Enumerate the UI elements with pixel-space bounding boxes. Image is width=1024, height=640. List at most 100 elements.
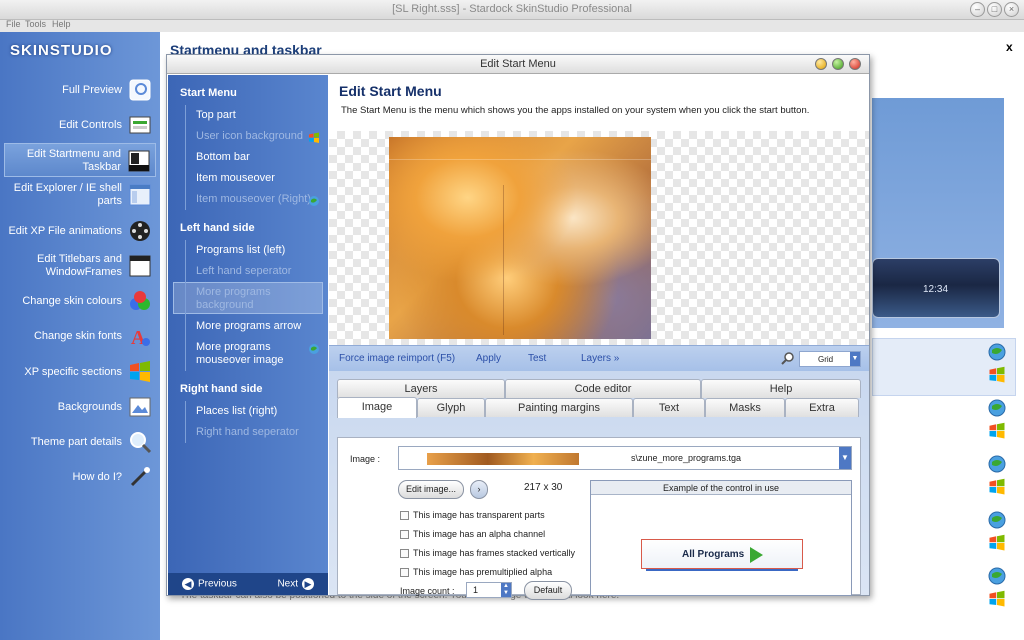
sidebar-item-full-preview[interactable]: Full Preview	[4, 73, 156, 107]
windows-flag-icon	[988, 534, 1006, 552]
checkbox-option[interactable]: This image has transparent parts	[400, 510, 545, 521]
tab-extra[interactable]: Extra	[785, 398, 859, 417]
nav-item-more-programs-mouseover-image[interactable]: More programs mouseover image	[196, 341, 320, 367]
checkbox-box[interactable]	[400, 568, 409, 578]
tab-help[interactable]: Help	[701, 379, 861, 398]
nav-item-user-icon-background[interactable]: User icon background	[196, 130, 320, 143]
apply-link[interactable]: Apply	[476, 353, 501, 364]
checkbox-option[interactable]: This image has an alpha channel	[400, 529, 546, 540]
sidebar-item-theme-part-details[interactable]: Theme part details	[4, 425, 156, 459]
dialog-sidebar: Start Menu Top part User icon background Bo…	[168, 75, 328, 595]
minimize-button[interactable]: –	[970, 2, 985, 17]
stepper-arrows-icon[interactable]: ▲ ▼	[501, 583, 511, 597]
next-button[interactable]: Next ▶	[277, 578, 318, 590]
sidebar-item-change-skin-fonts[interactable]: Change skin fonts A	[4, 319, 156, 353]
previous-button[interactable]: ◀ Previous	[178, 578, 237, 590]
layers-link[interactable]: Layers »	[581, 353, 619, 364]
sidebar-item-edit-xp-file-animations[interactable]: Edit XP File animations	[4, 214, 156, 248]
example-title: Example of the control in use	[591, 481, 851, 495]
nav-item-left-hand-seperator[interactable]: Left hand seperator	[196, 265, 320, 278]
app-titlebar: [SL Right.sss] - Stardock SkinStudio Pro…	[0, 0, 1024, 20]
sidebar-item-edit-controls[interactable]: Edit Controls	[4, 108, 156, 142]
checkbox-label: This image has an alpha channel	[413, 529, 546, 539]
default-button[interactable]: Default	[524, 581, 572, 600]
tab-layers[interactable]: Layers	[337, 379, 505, 398]
nav-item-item-mouseover-right[interactable]: Item mouseover (Right)	[196, 193, 320, 206]
nav-item-bottom-bar[interactable]: Bottom bar	[196, 151, 320, 164]
all-programs-example: All Programs	[641, 539, 803, 571]
image-count-stepper[interactable]: 1 ▲ ▼	[466, 582, 512, 598]
checkbox-box[interactable]	[400, 511, 409, 521]
section-start-menu: Start Menu	[180, 87, 237, 99]
checkbox-box[interactable]	[400, 549, 409, 559]
edit-title: Edit Start Menu	[339, 83, 442, 99]
preview-icon	[128, 78, 152, 102]
nav-item-more-programs-arrow[interactable]: More programs arrow	[196, 320, 320, 333]
sidebar-item-label: Change skin colours	[22, 294, 122, 307]
image-file-select[interactable]: s\zune_more_programs.tga ▼	[398, 446, 852, 470]
example-preview: Example of the control in use All Progra…	[590, 480, 852, 596]
sidebar-item-edit-titlebars-and-windowframes[interactable]: Edit Titlebars and WindowFrames	[4, 249, 156, 283]
tab-painting-margins[interactable]: Painting margins	[485, 398, 633, 417]
sidebar-item-label: How do I?	[72, 470, 122, 483]
chevron-down-icon: ▼	[850, 352, 860, 366]
sidebar-item-backgrounds[interactable]: Backgrounds	[4, 390, 156, 424]
edit-image-button[interactable]: Edit image...	[398, 480, 464, 499]
menu-tools[interactable]: Tools	[25, 19, 46, 29]
magnifier-icon	[128, 430, 152, 454]
color-balls-icon	[128, 289, 152, 313]
dialog-minimize-button[interactable]	[815, 58, 827, 70]
nav-item-programs-list-left[interactable]: Programs list (left)	[196, 244, 320, 257]
dialog-maximize-button[interactable]	[832, 58, 844, 70]
test-link[interactable]: Test	[528, 353, 546, 364]
checkbox-option[interactable]: This image has frames stacked vertically	[400, 548, 575, 559]
chevron-down-icon: ▼	[839, 447, 851, 469]
force-reimport-link[interactable]: Force image reimport (F5)	[339, 353, 455, 364]
tab-text[interactable]: Text	[633, 398, 705, 417]
menu-bar: File Tools Help	[0, 19, 1024, 32]
dialog-close-button[interactable]	[849, 58, 861, 70]
sidebar-item-how-do-i[interactable]: How do I?	[4, 460, 156, 494]
tab-image[interactable]: Image	[337, 397, 417, 418]
image-dimensions: 217 x 30	[524, 482, 563, 493]
tab-masks[interactable]: Masks	[705, 398, 785, 417]
globe-icon	[308, 343, 320, 355]
nav-item-more-programs-background[interactable]: More programs background	[196, 286, 320, 312]
panel-close-button[interactable]: x	[1006, 40, 1013, 54]
nav-item-places-list-right[interactable]: Places list (right)	[196, 405, 320, 418]
sidebar-item-edit-startmenu-and-taskbar[interactable]: Edit Startmenu and Taskbar	[4, 143, 156, 177]
sidebar-item-change-skin-colours[interactable]: Change skin colours	[4, 284, 156, 318]
maximize-button[interactable]: □	[987, 2, 1002, 17]
sidebar-item-label: Backgrounds	[57, 400, 122, 413]
section-right-hand-side: Right hand side	[180, 383, 263, 395]
texture-preview-image	[389, 137, 651, 339]
section-tree-line	[185, 401, 186, 443]
windows-flag-icon	[988, 590, 1006, 608]
nav-item-top-part[interactable]: Top part	[196, 109, 320, 122]
nav-item-item-mouseover[interactable]: Item mouseover	[196, 172, 320, 185]
nav-item-right-hand-seperator[interactable]: Right hand seperator	[196, 426, 320, 439]
checkbox-label: This image has transparent parts	[413, 510, 545, 520]
tab-glyph[interactable]: Glyph	[417, 398, 485, 417]
wand-icon	[128, 465, 152, 489]
explorer-icon	[128, 183, 152, 207]
sidebar-item-label: Theme part details	[30, 435, 122, 448]
taskbar-clock: 12:34	[923, 284, 949, 295]
grid-select[interactable]: Grid ▼	[799, 351, 861, 367]
close-button[interactable]: ×	[1004, 2, 1019, 17]
menu-help[interactable]: Help	[52, 19, 71, 29]
sidebar-item-label: XP specific sections	[24, 365, 122, 378]
sidebar-item-xp-specific-sections[interactable]: XP specific sections	[4, 355, 156, 389]
image-options-button[interactable]: ›	[470, 480, 488, 499]
sidebar-item-edit-explorer-ie-shell-parts[interactable]: Edit Explorer / IE shell parts	[4, 178, 156, 212]
tab-code-editor[interactable]: Code editor	[505, 379, 701, 398]
controls-icon	[128, 113, 152, 137]
image-label: Image :	[350, 454, 381, 464]
zoom-icon[interactable]	[781, 351, 795, 365]
dialog-title: Edit Start Menu	[167, 55, 869, 74]
tab-area: Layers Code editor Help Image Glyph Painting …	[329, 371, 869, 600]
menu-file[interactable]: File	[6, 19, 21, 29]
checkbox-box[interactable]	[400, 530, 409, 540]
image-filename: s\zune_more_programs.tga	[631, 453, 742, 463]
checkbox-option[interactable]: This image has premultiplied alpha	[400, 567, 552, 578]
